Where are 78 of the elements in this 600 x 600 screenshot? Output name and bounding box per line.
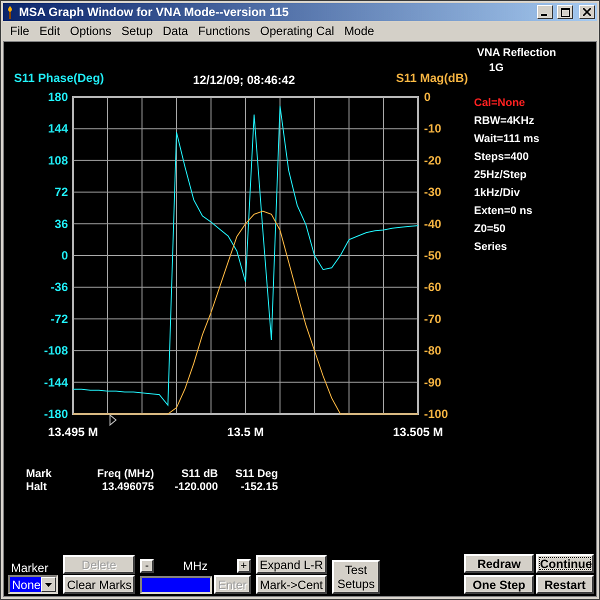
column-header: S11 dB [180,468,218,480]
marker-label: Marker [10,561,50,575]
left-axis-tick: 108 [48,153,68,168]
sweep-info: 25Hz/Step [474,168,528,183]
menu-item[interactable]: Setup [116,24,158,38]
torch-icon [5,5,15,19]
sweep-button[interactable]: One Step [464,575,534,594]
left-axis-tick: -72 [50,312,68,326]
left-axis-tick: 180 [48,90,68,104]
sweep-info: Cal=None [474,96,526,111]
right-axis-tick: -90 [424,375,442,390]
table-cell-text: -120.000 [174,481,218,493]
increment-button[interactable]: + [236,559,251,573]
sweep-info: Exten=0 ns [474,204,534,219]
window-title: MSA Graph Window for VNA Mode--version 115 [19,5,290,19]
right-axis-tick: -100 [424,407,448,421]
dropdown-arrow-icon [45,582,52,586]
decrement-button[interactable]: - [140,559,154,573]
test-setups-button[interactable]: Test Setups [332,560,380,594]
sweep-info: Z0=50 [474,222,506,237]
menu-item[interactable]: Options [65,24,116,38]
left-axis-tick: 36 [54,216,68,231]
menu-item[interactable]: Functions [193,24,256,38]
right-axis-tick: -40 [424,216,442,231]
menu-item[interactable]: Edit [34,24,66,38]
column-header: Mark [26,468,53,480]
sweep-info: Steps=400 [474,150,530,165]
sweep-info: 1kHz/Div [474,186,521,201]
left-axis-tick: -180 [44,407,68,421]
menu-item[interactable]: Data [158,24,194,38]
maximize-icon [560,8,570,16]
x-axis-tick: 13.505 M [392,425,444,439]
column-header: S11 Deg [234,468,278,480]
x-axis-tick: 13.495 M [48,425,98,439]
span-button[interactable]: Mark->Cent [256,575,328,594]
sweep-info: VNA Reflection [477,46,556,61]
right-axis-tick: -80 [424,344,442,358]
sweep-button[interactable]: Redraw [464,554,534,573]
left-axis-title: S11 Phase(Deg) [14,71,104,85]
sweep-button[interactable]: Continue [536,554,594,573]
left-axis-tick: -36 [50,280,68,294]
right-axis-tick: 0 [424,90,431,104]
left-axis-tick: -144 [44,375,68,390]
sweep-info: RBW=4KHz [474,114,536,129]
minimize-button[interactable] [537,5,553,19]
right-axis-tick: -30 [424,185,442,200]
sweep-info: Series [474,240,508,255]
column-header: Freq (MHz) [96,468,154,480]
left-axis-tick: 144 [48,122,68,136]
timestamp: 12/12/09; 08:46:42 [192,73,296,87]
unit-label: MHz [183,559,208,573]
sweep-info: 1G [489,61,505,76]
right-axis-tick: -70 [424,312,442,326]
marker-button[interactable]: Clear Marks [63,575,135,594]
span-button[interactable]: Expand L-R [256,555,328,574]
close-button[interactable] [579,5,595,19]
right-axis-title: S11 Mag(dB) [396,71,468,85]
left-axis-tick: 72 [54,185,68,200]
marker-dropdown[interactable]: None [8,575,58,594]
menu-item[interactable]: File [5,24,34,38]
sweep-info: Wait=111 ms [474,132,540,147]
right-axis-tick: -10 [424,122,442,136]
menu-item[interactable]: Mode [339,24,380,38]
table-cell-text: -152.15 [240,481,278,493]
menu-item[interactable]: Operating Cal [255,24,340,38]
table-cell-text: 13.496075 [101,481,154,493]
right-axis-tick: -60 [424,280,442,294]
left-axis-tick: -108 [44,344,68,358]
left-axis-tick: 0 [61,248,68,262]
right-axis-tick: -20 [424,153,442,168]
close-icon [583,8,591,16]
maximize-button[interactable] [557,5,573,19]
right-axis-tick: -50 [424,248,442,262]
marker-icon [110,414,117,426]
sweep-button[interactable]: Restart [536,575,594,594]
x-axis-tick: 13.5 M [227,425,264,439]
table-cell-text: Halt [26,481,48,493]
frequency-field[interactable] [140,576,212,594]
